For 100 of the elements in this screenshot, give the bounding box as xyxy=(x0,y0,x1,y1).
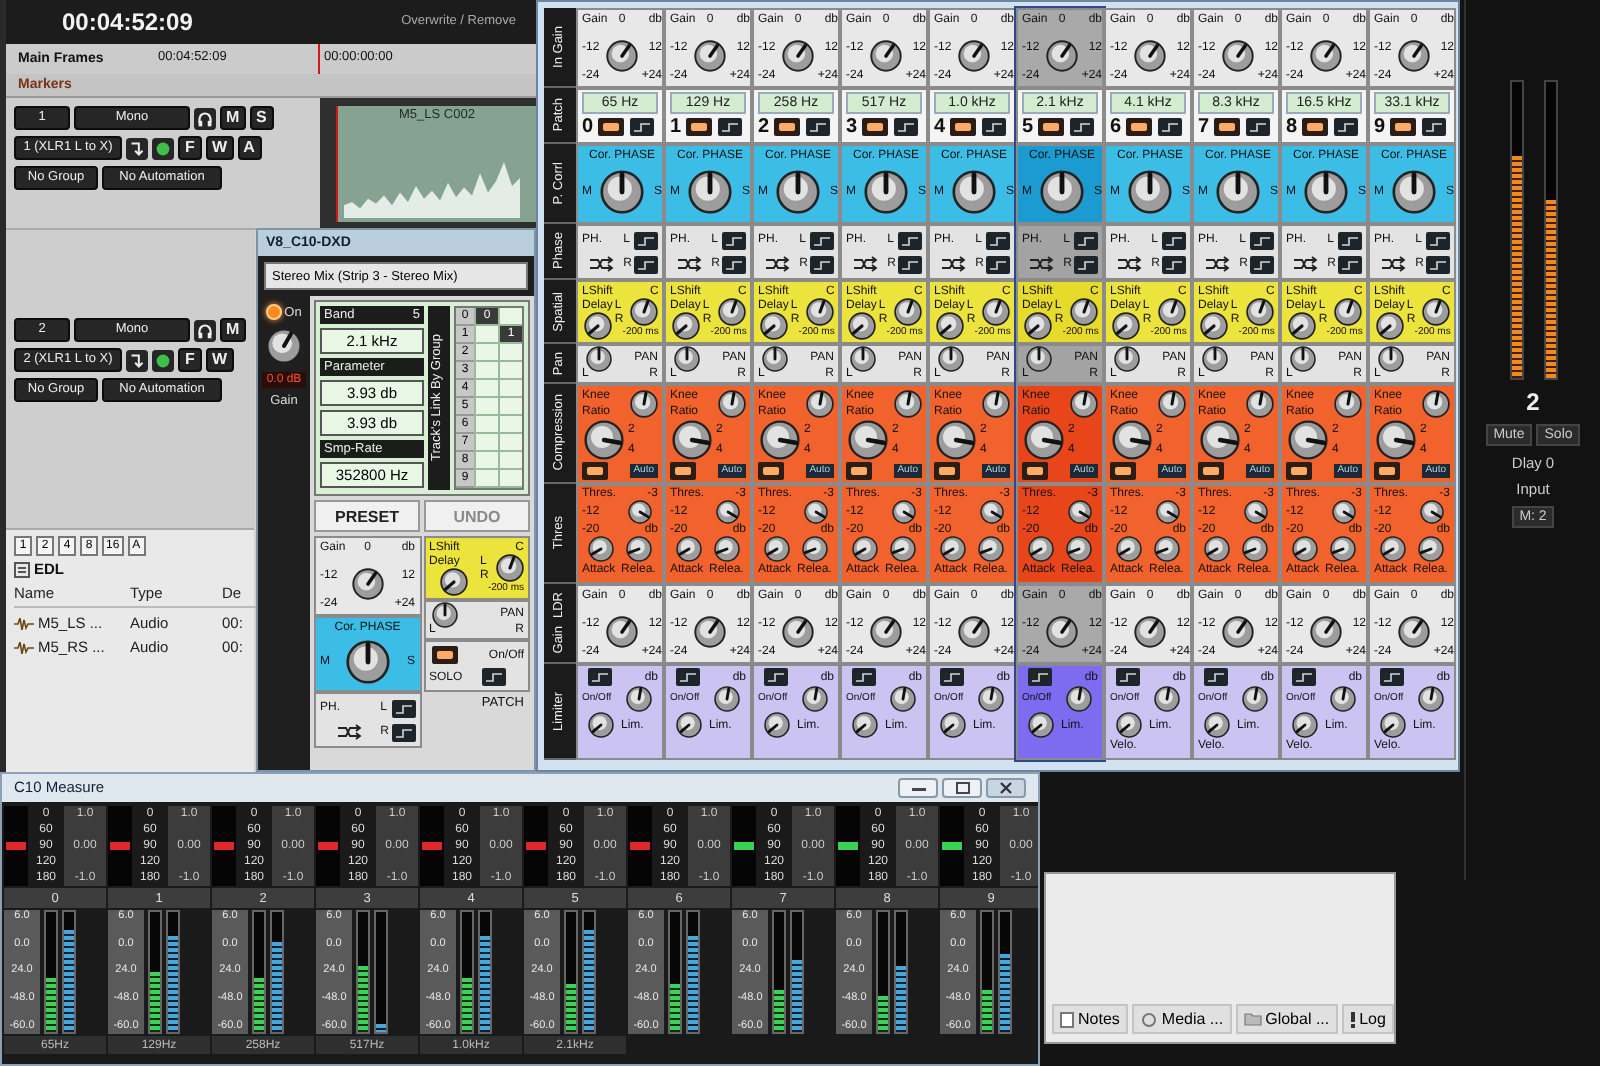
toggle-button[interactable] xyxy=(1074,255,1098,273)
toggle-button[interactable] xyxy=(634,255,658,273)
toggle-button[interactable] xyxy=(630,118,655,136)
knob[interactable] xyxy=(585,346,611,371)
toggle-button[interactable] xyxy=(1338,231,1362,249)
knob[interactable] xyxy=(1291,536,1318,562)
knob[interactable] xyxy=(1203,712,1230,738)
toggle-button[interactable] xyxy=(1250,231,1274,249)
knob[interactable] xyxy=(1046,39,1078,71)
led-button[interactable] xyxy=(1037,118,1064,136)
knob[interactable] xyxy=(1291,712,1318,738)
knob[interactable] xyxy=(673,346,699,371)
led-button[interactable] xyxy=(432,646,459,664)
led-button[interactable] xyxy=(758,461,784,479)
knob[interactable] xyxy=(937,346,963,371)
knob[interactable] xyxy=(893,298,922,326)
knob[interactable] xyxy=(939,536,966,562)
knob[interactable] xyxy=(763,536,790,562)
knob[interactable] xyxy=(671,312,700,340)
toggle-button[interactable] xyxy=(722,231,746,249)
knob[interactable] xyxy=(717,298,746,326)
knob[interactable] xyxy=(1421,298,1450,326)
toggle-button[interactable] xyxy=(1250,255,1274,273)
knob[interactable] xyxy=(1023,312,1052,340)
knob[interactable] xyxy=(1199,312,1228,340)
toggle-button[interactable] xyxy=(986,255,1010,273)
knob[interactable] xyxy=(1157,390,1185,418)
knob[interactable] xyxy=(432,602,458,627)
toggle-button[interactable] xyxy=(1158,118,1183,136)
knob[interactable] xyxy=(1310,39,1342,71)
knob[interactable] xyxy=(587,536,614,562)
knob[interactable] xyxy=(1287,312,1316,340)
knob[interactable] xyxy=(714,536,741,562)
knob[interactable] xyxy=(849,346,875,371)
knob[interactable] xyxy=(935,312,964,340)
knob[interactable] xyxy=(1025,346,1051,371)
knob[interactable] xyxy=(606,39,638,71)
minimize-button[interactable] xyxy=(898,778,938,798)
knob[interactable] xyxy=(1304,170,1348,214)
knob[interactable] xyxy=(1027,536,1054,562)
knob[interactable] xyxy=(1200,420,1240,460)
close-button[interactable] xyxy=(986,778,1026,798)
toggle-button[interactable] xyxy=(1334,118,1359,136)
knob[interactable] xyxy=(600,170,644,214)
knob[interactable] xyxy=(952,170,996,214)
knob[interactable] xyxy=(587,712,614,738)
knob[interactable] xyxy=(1113,346,1139,371)
led-button[interactable] xyxy=(1110,461,1136,479)
toggle-button[interactable] xyxy=(1028,668,1053,686)
knob[interactable] xyxy=(606,615,638,647)
knob[interactable] xyxy=(805,390,833,418)
knob[interactable] xyxy=(847,312,876,340)
toggle-button[interactable] xyxy=(1162,255,1186,273)
knob[interactable] xyxy=(1069,298,1098,326)
knob[interactable] xyxy=(958,39,990,71)
knob[interactable] xyxy=(1421,390,1449,418)
knob[interactable] xyxy=(1154,536,1181,562)
knob[interactable] xyxy=(1134,615,1166,647)
knob[interactable] xyxy=(626,536,653,562)
knob[interactable] xyxy=(848,420,888,460)
knob[interactable] xyxy=(626,686,653,712)
knob[interactable] xyxy=(763,712,790,738)
knob[interactable] xyxy=(1128,170,1172,214)
toggle-button[interactable] xyxy=(982,118,1007,136)
led-button[interactable] xyxy=(1374,461,1400,479)
toggle-button[interactable] xyxy=(764,668,789,686)
knob[interactable] xyxy=(805,298,834,326)
track-toggle-button[interactable]: F xyxy=(178,348,202,372)
knob[interactable] xyxy=(1379,536,1406,562)
track-toggle-button[interactable]: W xyxy=(206,348,234,372)
knob[interactable] xyxy=(1046,615,1078,647)
knob[interactable] xyxy=(1134,39,1166,71)
knob[interactable] xyxy=(1216,170,1260,214)
knob[interactable] xyxy=(1115,712,1142,738)
toggle-button[interactable] xyxy=(588,668,613,686)
led-button[interactable] xyxy=(597,118,624,136)
toggle-button[interactable] xyxy=(894,118,919,136)
knob[interactable] xyxy=(1330,686,1357,712)
knob[interactable] xyxy=(629,390,657,418)
knob[interactable] xyxy=(1418,686,1445,712)
toggle-button[interactable] xyxy=(852,668,877,686)
knob[interactable] xyxy=(1398,39,1430,71)
knob[interactable] xyxy=(936,420,976,460)
knob[interactable] xyxy=(584,420,624,460)
knob[interactable] xyxy=(870,39,902,71)
knob[interactable] xyxy=(1112,420,1152,460)
track-toggle-button[interactable]: A xyxy=(237,136,262,160)
toggle-button[interactable] xyxy=(1426,255,1450,273)
knob[interactable] xyxy=(688,170,732,214)
knob[interactable] xyxy=(694,615,726,647)
knob[interactable] xyxy=(717,390,745,418)
knob[interactable] xyxy=(958,615,990,647)
knob[interactable] xyxy=(1379,712,1406,738)
knob[interactable] xyxy=(1245,298,1274,326)
track-toggle-button[interactable]: F xyxy=(178,136,202,160)
panel-tab[interactable]: Notes xyxy=(1052,1004,1128,1034)
knob[interactable] xyxy=(1419,500,1444,524)
knob[interactable] xyxy=(1069,390,1097,418)
preset-button[interactable]: PRESET xyxy=(314,500,420,532)
knob[interactable] xyxy=(439,568,468,596)
